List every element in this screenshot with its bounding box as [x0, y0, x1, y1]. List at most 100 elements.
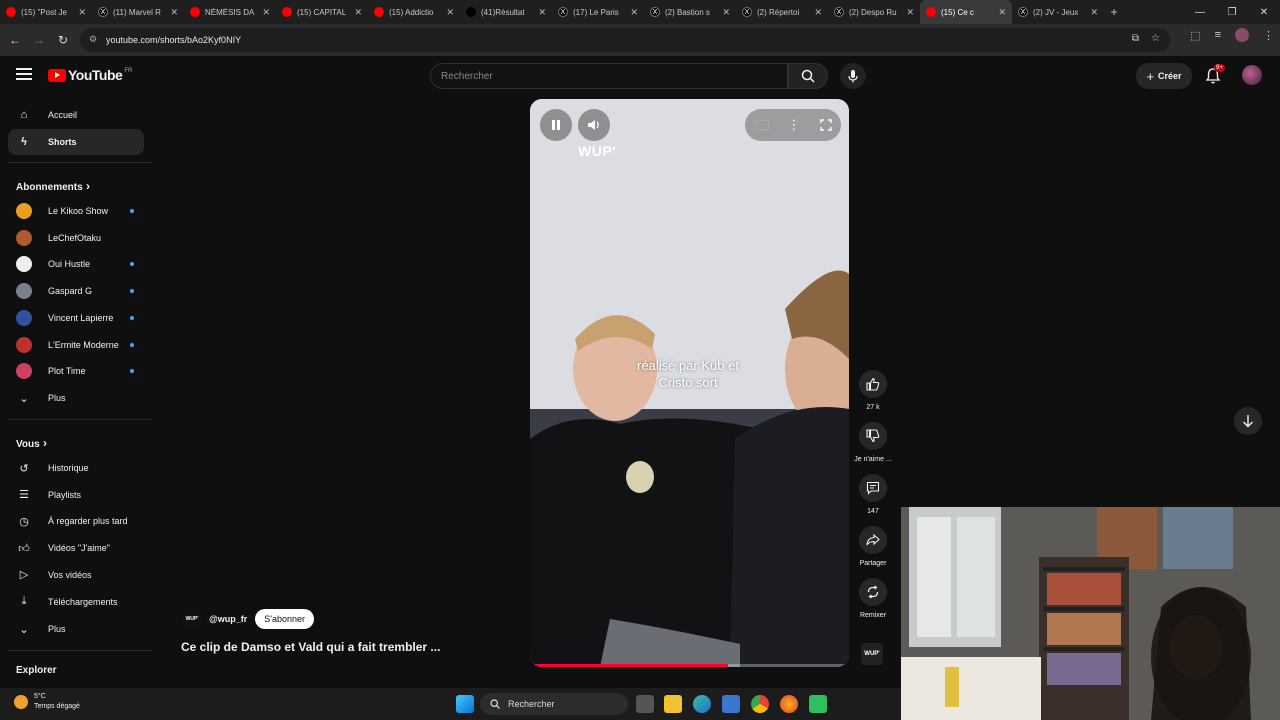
- close-tab-icon[interactable]: ✕: [354, 7, 362, 18]
- browser-tab[interactable]: X (11) Marvel R ✕: [92, 0, 184, 24]
- search-button[interactable]: [788, 63, 828, 89]
- brand-watermark: WUP': [578, 143, 616, 159]
- volume-button[interactable]: [578, 109, 610, 141]
- like-button[interactable]: 27 k: [852, 370, 894, 411]
- browser-menu-icon[interactable]: ⋮: [1263, 29, 1274, 42]
- close-tab-icon[interactable]: ✕: [262, 7, 270, 18]
- close-window-icon[interactable]: ✕: [1248, 7, 1280, 18]
- sidebar-item[interactable]: ☰ Playlists: [8, 482, 144, 508]
- restore-icon[interactable]: ❐: [1216, 7, 1248, 18]
- streaming-app-icon[interactable]: [809, 695, 827, 713]
- short-title[interactable]: Ce clip de Damso et Vald qui a fait trem…: [181, 640, 440, 654]
- close-tab-icon[interactable]: ✕: [538, 7, 546, 18]
- browser-tab[interactable]: (41)Résultat ✕: [460, 0, 552, 24]
- chrome-icon[interactable]: [751, 695, 769, 713]
- next-short-button[interactable]: [1234, 407, 1262, 435]
- sidebar-item[interactable]: Gaspard G: [8, 278, 144, 304]
- channel-avatar: [16, 336, 32, 353]
- remix-button[interactable]: Remixer: [852, 578, 894, 619]
- more-options-icon[interactable]: ⋮: [788, 117, 801, 133]
- close-tab-icon[interactable]: ✕: [170, 7, 178, 18]
- sidebar-item[interactable]: ⌂ Accueil: [8, 102, 144, 128]
- browser-tab[interactable]: NÉMÉSIS DA ✕: [184, 0, 276, 24]
- remix-label: Remixer: [859, 612, 887, 619]
- url-field[interactable]: ⚙ youtube.com/shorts/bAo2Kyf0NIY ⧉ ☆: [80, 28, 1170, 52]
- shorts-icon: ϟ: [21, 136, 27, 148]
- create-button[interactable]: + Créer: [1136, 63, 1192, 89]
- sidebar-item[interactable]: ▷ Vos vidéos: [8, 562, 144, 588]
- fullscreen-icon[interactable]: [819, 119, 832, 131]
- subscribe-button[interactable]: S'abonner: [255, 609, 315, 629]
- task-view-icon[interactable]: [636, 695, 654, 713]
- bookmark-star-icon[interactable]: ☆: [1151, 33, 1160, 44]
- sidebar-item-label: Plus: [48, 393, 66, 403]
- close-tab-icon[interactable]: ✕: [446, 7, 454, 18]
- video-progress-bar[interactable]: [530, 664, 849, 667]
- browser-tab[interactable]: X (2) Bastion s ✕: [644, 0, 736, 24]
- sidebar-item[interactable]: ⌄ Plus: [8, 616, 144, 642]
- comments-button[interactable]: 147: [852, 474, 894, 515]
- sidebar-item[interactable]: ↺ Historique: [8, 455, 144, 481]
- pause-button[interactable]: [540, 109, 572, 141]
- browser-tab[interactable]: (15) Addictio ✕: [368, 0, 460, 24]
- channel-handle[interactable]: @wup_fr: [209, 614, 247, 624]
- reload-icon[interactable]: ↻: [51, 33, 75, 47]
- close-tab-icon[interactable]: ✕: [906, 7, 914, 18]
- search-input[interactable]: Rechercher: [430, 63, 788, 89]
- tab-title: (15) Ce c: [941, 7, 974, 17]
- store-icon[interactable]: [722, 695, 740, 713]
- browser-tab[interactable]: (15) "Post Je ✕: [0, 0, 92, 24]
- account-avatar[interactable]: [1242, 65, 1262, 85]
- sidebar-item[interactable]: Oui Hustle: [8, 251, 144, 277]
- edge-icon[interactable]: [693, 695, 711, 713]
- windows-start-icon[interactable]: [456, 695, 474, 713]
- close-tab-icon[interactable]: ✕: [998, 7, 1006, 18]
- sidebar-item[interactable]: 👍︎ Vidéos "J'aime": [8, 535, 144, 561]
- new-tab-icon[interactable]: +: [1104, 5, 1124, 19]
- back-icon[interactable]: ←: [3, 33, 27, 47]
- short-video-player[interactable]: ⋮ WUP' réalisé par Kub et Cristo sort: [530, 99, 849, 667]
- forward-icon[interactable]: →: [27, 33, 51, 47]
- sidebar-item[interactable]: ◷ À regarder plus tard: [8, 508, 144, 534]
- install-app-icon[interactable]: ⧉: [1132, 33, 1139, 44]
- site-info-icon[interactable]: ⚙: [89, 34, 97, 45]
- close-tab-icon[interactable]: ✕: [814, 7, 822, 18]
- firefox-icon[interactable]: [780, 695, 798, 713]
- profile-avatar[interactable]: [1235, 28, 1249, 42]
- sidebar-item[interactable]: Le Kikoo Show: [8, 198, 144, 224]
- sidebar-item[interactable]: Vincent Lapierre: [8, 305, 144, 331]
- weather-widget[interactable]: 5°C Temps dégagé: [14, 692, 80, 712]
- sidebar-section-heading[interactable]: Abonnements ›: [16, 179, 90, 193]
- dislike-button[interactable]: Je n'aime ...: [852, 422, 894, 463]
- extensions-icon[interactable]: ⬚: [1190, 29, 1200, 42]
- sidebar-item[interactable]: ⌄ Plus: [8, 385, 144, 411]
- minimize-icon[interactable]: —: [1184, 7, 1216, 18]
- browser-tab[interactable]: (15) Ce c ✕: [920, 0, 1012, 24]
- browser-tab[interactable]: X (17) Le Paris ✕: [552, 0, 644, 24]
- close-tab-icon[interactable]: ✕: [630, 7, 638, 18]
- close-tab-icon[interactable]: ✕: [1090, 7, 1098, 18]
- channel-thumbnail[interactable]: WUP': [861, 643, 883, 665]
- youtube-logo[interactable]: YouTube FR: [48, 67, 132, 83]
- channel-avatar[interactable]: WUP': [181, 608, 203, 630]
- menu-icon[interactable]: [16, 68, 32, 80]
- sidebar-section-heading[interactable]: Vous ›: [16, 436, 47, 450]
- captions-icon[interactable]: [754, 120, 769, 130]
- share-button[interactable]: Partager: [852, 526, 894, 567]
- browser-tab[interactable]: (15) CAPITAL ✕: [276, 0, 368, 24]
- file-explorer-icon[interactable]: [664, 695, 682, 713]
- close-tab-icon[interactable]: ✕: [78, 7, 86, 18]
- close-tab-icon[interactable]: ✕: [722, 7, 730, 18]
- sidebar-item[interactable]: Plot Time: [8, 358, 144, 384]
- browser-tab[interactable]: X (2) Répertoi ✕: [736, 0, 828, 24]
- browser-tab[interactable]: X (2) Despo Ru ✕: [828, 0, 920, 24]
- browser-tab[interactable]: X (2) JV - Jeux ✕: [1012, 0, 1104, 24]
- sidebar-item[interactable]: L'Ermite Moderne: [8, 332, 144, 358]
- sidebar-item[interactable]: ϟ Shorts: [8, 129, 144, 155]
- sidebar-item-label: Plus: [48, 624, 66, 634]
- sidebar-item[interactable]: LeChefOtaku: [8, 225, 144, 251]
- media-control-icon[interactable]: ≡: [1215, 29, 1221, 41]
- sidebar-item[interactable]: ⤓ Téléchargements: [8, 589, 144, 615]
- voice-search-button[interactable]: [840, 63, 866, 89]
- taskbar-search[interactable]: Rechercher: [480, 693, 628, 715]
